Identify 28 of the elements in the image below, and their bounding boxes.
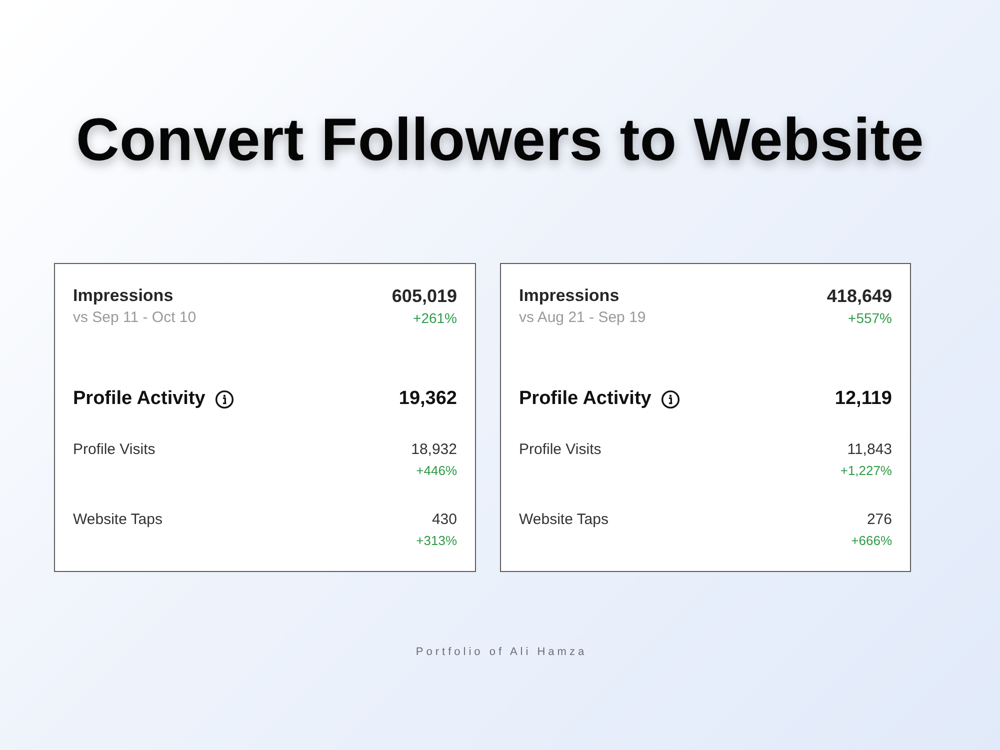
portfolio-credit: Portfolio of Ali Hamza: [414, 645, 588, 659]
profile-activity-value: 12,119: [834, 387, 892, 411]
change-percent: +1,227%: [840, 462, 892, 480]
metric-value: 276: [866, 510, 892, 530]
comparison-period: vs Aug 21 - Sep 19: [519, 308, 646, 328]
page-title: Convert Followers to Website: [76, 105, 924, 175]
impressions-value: 605,019: [392, 285, 457, 307]
metric-value: 18,932: [411, 440, 457, 460]
profile-activity-label: Profile Activity: [519, 387, 652, 411]
change-percent: +261%: [413, 309, 457, 328]
metric-label: Profile Visits: [519, 440, 602, 460]
metric-label: Profile Visits: [73, 440, 156, 460]
change-percent: +446%: [416, 462, 457, 480]
metric-label: Website Taps: [73, 510, 162, 530]
metric-value: 11,843: [847, 440, 892, 460]
impressions-label: Impressions: [73, 285, 174, 307]
info-icon[interactable]: [661, 390, 680, 408]
impressions-value: 418,649: [826, 285, 892, 307]
metric-label: Website Taps: [519, 510, 608, 530]
profile-activity-value: 19,362: [398, 387, 457, 411]
change-percent: +313%: [416, 532, 457, 550]
comparison-period: vs Sep 11 - Oct 10: [73, 308, 196, 328]
change-percent: +666%: [851, 532, 892, 550]
change-percent: +557%: [848, 309, 892, 328]
profile-activity-label: Profile Activity: [73, 387, 206, 411]
impressions-label: Impressions: [519, 285, 620, 307]
metric-value: 430: [432, 510, 457, 530]
info-icon[interactable]: [215, 390, 234, 408]
